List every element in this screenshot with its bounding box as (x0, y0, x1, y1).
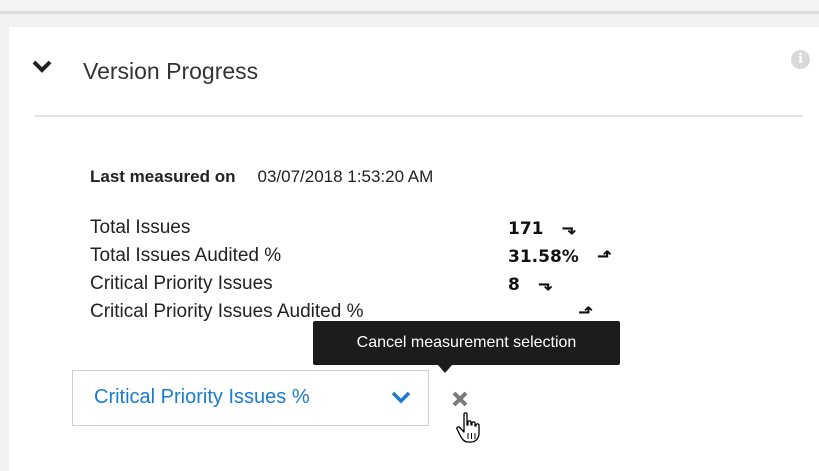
cancel-measurement-button[interactable] (450, 389, 470, 409)
metric-value: 31.58% (508, 247, 579, 267)
chevron-down-icon (32, 60, 52, 73)
metric-value-cell: 31.58% ⬏ (508, 246, 612, 267)
metric-value-cell: ⬏ (508, 302, 593, 323)
trend-up-icon: ⬏ (578, 302, 594, 323)
metric-name: Total Issues (90, 217, 191, 238)
hand-pointer-icon (456, 412, 480, 443)
metric-row: Total Issues Audited % 31.58% ⬏ (90, 245, 650, 269)
last-measured-value: 03/07/2018 1:53:20 AM (257, 167, 434, 186)
collapse-toggle-button[interactable] (31, 56, 53, 76)
metric-value-cell: 171 ⬎ (508, 218, 577, 239)
metric-row: Critical Priority Issues 8 ⬎ (90, 273, 650, 297)
metric-name: Critical Priority Issues Audited % (90, 301, 364, 322)
trend-down-icon: ⬎ (537, 274, 553, 295)
last-measured: Last measured on 03/07/2018 1:53:20 AM (90, 167, 433, 187)
chevron-down-icon (391, 391, 411, 404)
version-progress-panel: Version Progress i Last measured on 03/07… (9, 27, 819, 471)
divider (35, 115, 803, 117)
metric-row: Total Issues 171 ⬎ (90, 217, 650, 241)
tooltip: Cancel measurement selection (313, 321, 620, 365)
trend-up-icon: ⬏ (596, 246, 612, 267)
top-bar (0, 0, 819, 14)
tooltip-arrow (438, 365, 452, 373)
last-measured-label: Last measured on (90, 167, 236, 186)
metric-name: Total Issues Audited % (90, 245, 282, 266)
panel-title: Version Progress (83, 58, 259, 84)
panel-header: Version Progress i (9, 27, 819, 117)
measurement-select-value: Critical Priority Issues % (94, 386, 310, 408)
metric-value: 8 (508, 275, 520, 295)
metric-name: Critical Priority Issues (90, 273, 273, 294)
measurement-select[interactable]: Critical Priority Issues % (72, 370, 429, 426)
metric-value: 171 (508, 219, 544, 239)
trend-down-icon: ⬎ (561, 218, 577, 239)
close-icon (452, 391, 468, 407)
info-icon[interactable]: i (791, 50, 810, 69)
metric-value-cell: 8 ⬎ (508, 274, 553, 295)
